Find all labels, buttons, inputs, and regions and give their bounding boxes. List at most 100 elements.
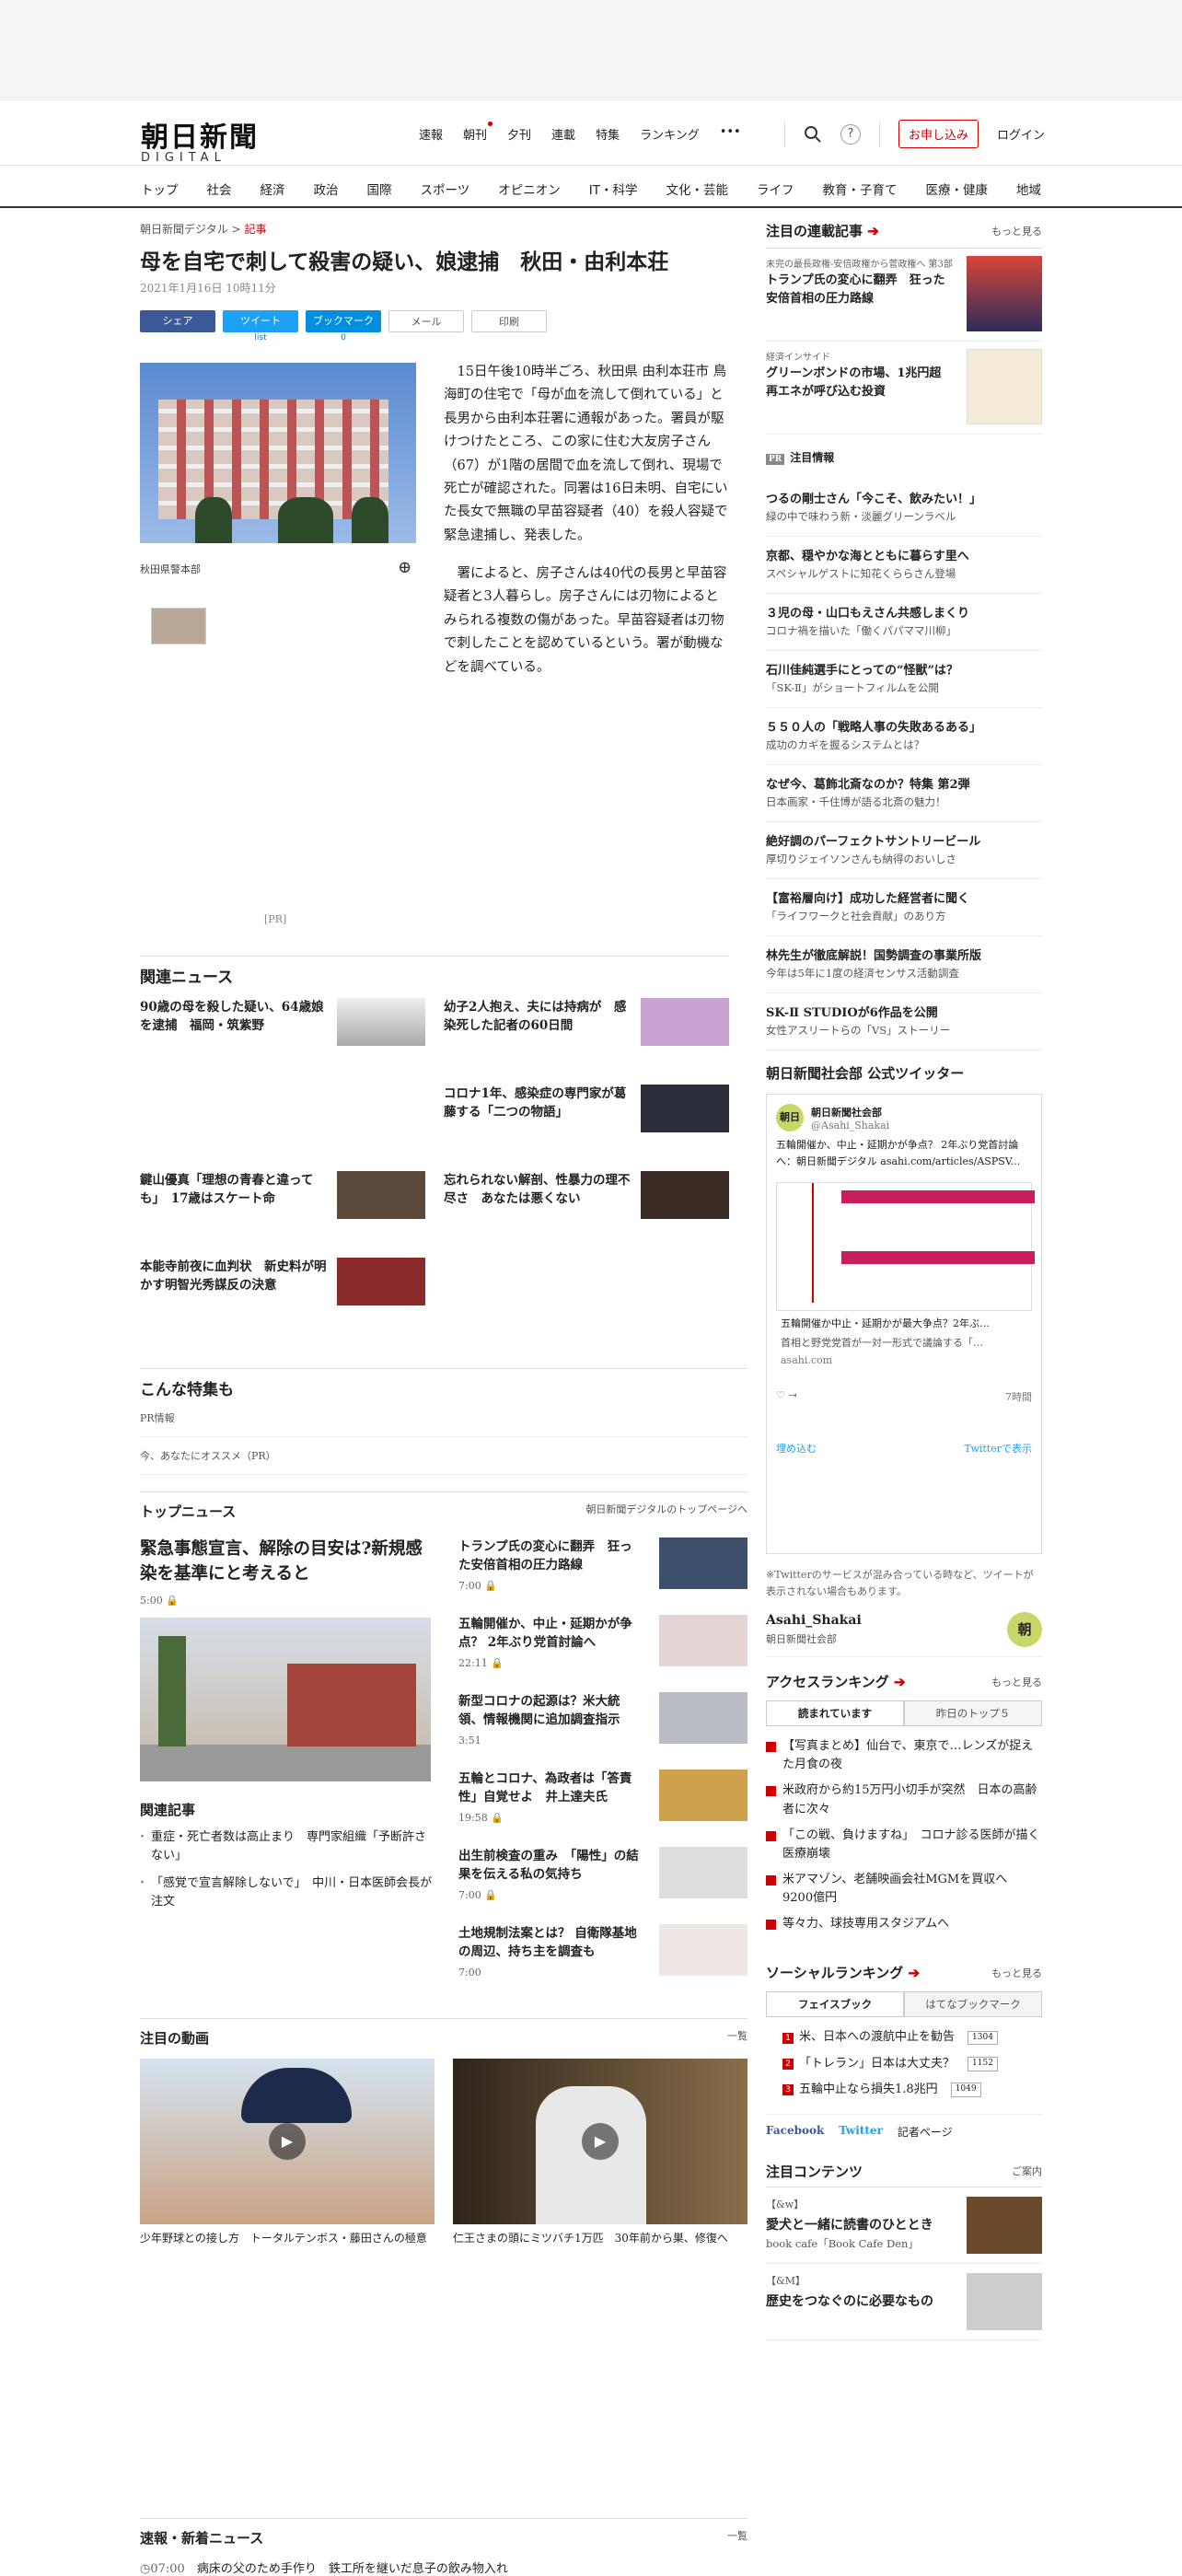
gnav-opinion[interactable]: オピニオン	[498, 180, 561, 198]
pr-item[interactable]: 石川佳純選手にとっての“怪獣”は？ 「SK-Ⅱ」がショートフィルムを公開	[766, 651, 1042, 708]
breadcrumb-category[interactable]: 記事	[244, 223, 266, 236]
top-news-item[interactable]: 土地規制法案とは？ 自衛隊基地の周辺、持ち主を調査も 7:00	[458, 1924, 747, 2002]
breadcrumb-site[interactable]: 朝日新聞デジタル	[140, 223, 228, 236]
pr-item[interactable]: SK-Ⅱ STUDIOが6作品を公開 女性アスリートらの「VS」ストーリー	[766, 993, 1042, 1050]
ranking-item[interactable]: 米政府から約15万円小切手が突然 日本の高齢者に次々	[766, 1778, 1042, 1822]
gnav-economy[interactable]: 経済	[261, 180, 285, 198]
social-more-link[interactable]: もっと見る	[991, 1966, 1042, 1980]
flash-more-link[interactable]: 一覧	[727, 2528, 747, 2547]
related-item[interactable]: 幼子2人抱え、夫には持病が 感染死した記者の60日間	[444, 998, 729, 1085]
top-news-item[interactable]: 五輪開催か、中止・延期かが争点？ 2年ぶり党首討論へ 22:11 🔒	[458, 1615, 747, 1692]
ranking-item[interactable]: 等々力、球技専用スタジアムへ	[766, 1911, 1042, 1937]
ranking-item[interactable]: 【写真まとめ】仙台で、東京で…レンズが捉えた月食の夜	[766, 1734, 1042, 1778]
social-item[interactable]: 1 米、日本への渡航中止を勧告 1304	[766, 2025, 1042, 2050]
content-item[interactable]: 【&M】 歴史をつなぐのに必要なもの	[766, 2264, 1042, 2340]
tweet-text[interactable]: 五輪開催か、中止・延期かが争点？ 2年ぶり党首討論へ：朝日新聞デジタル asah…	[776, 1137, 1032, 1169]
gnav-education[interactable]: 教育・子育て	[822, 180, 897, 198]
mail-share-button[interactable]: メール	[388, 309, 464, 332]
related-item[interactable]: 忘れられない解剖、性暴力の理不尽さ あなたは悪くない	[444, 1171, 729, 1258]
pr-item[interactable]: 【富裕層向け】成功した経営者に聞く 「ライフワークと社会貢献」のあり方	[766, 879, 1042, 936]
hb-count[interactable]: 0	[306, 333, 381, 342]
recommend-link[interactable]: 今、あなたにオススメ（PR）	[140, 1437, 747, 1475]
article-photo[interactable]	[140, 363, 416, 543]
nav-choukan[interactable]: 朝刊	[463, 122, 493, 143]
pr-item[interactable]: 京都、穏やかな海とともに暮らす里へ スペシャルゲストに知花くららさん登場	[766, 537, 1042, 594]
tab-read[interactable]: 読まれています	[766, 1700, 904, 1726]
pr-info-link[interactable]: PR情報	[140, 1399, 747, 1437]
content-item[interactable]: 【&w】 愛犬と一緒に読書のひととき book cafe「Book Cafe Den…	[766, 2187, 1042, 2264]
top-news-item[interactable]: 出生前検査の重み 「陽性」の結果を伝える私の気持ち 7:00 🔒	[458, 1847, 747, 1924]
print-button[interactable]: 印刷	[471, 309, 547, 332]
pr-item[interactable]: 林先生が徹底解説！国勢調査の事業所版 今年は5年に1度の経済センサス活動調査	[766, 936, 1042, 993]
related-item[interactable]: コロナ1年、感染症の専門家が葛藤する「二つの物語」	[444, 1085, 729, 1171]
flash-item[interactable]: ◷07:00 病床の父のため手作り 鉄工所を継いだ息子の飲み物入れ	[140, 2559, 747, 2576]
related-article-link[interactable]: 重症・死亡者数は高止まり 専門家組織「予断許さない」	[136, 1828, 435, 1865]
facebook-share-button[interactable]: シェア	[140, 309, 215, 332]
twitter-share-button[interactable]: ツイート	[223, 309, 298, 332]
pr-item[interactable]: ３児の母・山口もえさん共感しまくり コロナ禍を描いた「働くパパママ川柳」	[766, 594, 1042, 651]
play-icon[interactable]: ▶	[269, 2123, 306, 2160]
hatena-bookmark-button[interactable]: ブックマーク	[306, 309, 381, 332]
video-item[interactable]: ▶ 少年野球との接し方 トータルテンボス・藤田さんの極意	[140, 2059, 435, 2247]
site-logo[interactable]: 朝日新聞 DIGITAL	[141, 114, 259, 165]
facebook-link[interactable]: Facebook	[766, 2124, 824, 2140]
video-item[interactable]: ▶ 仁王さまの頭にミツバチ1万匹 30年前から巣、修復へ	[453, 2059, 747, 2247]
view-on-twitter-link[interactable]: Twitterで表示	[965, 1441, 1033, 1456]
related-item[interactable]: 本能寺前夜に血判状 新史料が明かす明智光秀謀反の決意	[140, 1258, 425, 1344]
nav-more[interactable]: •••	[720, 125, 741, 143]
topnews-more-link[interactable]: 朝日新聞デジタルのトップページへ	[585, 1502, 747, 1521]
twitter-account[interactable]: Asahi_Shakai 朝日新聞社会部 朝	[766, 1612, 1042, 1658]
tweet-card-title[interactable]: 五輪開催か中止・延期かが最大争点？2年ぶ…	[776, 1311, 1032, 1335]
related-item[interactable]: 90歳の母を殺した疑い、64歳娘を逮捕 福岡・筑紫野	[140, 998, 425, 1085]
gnav-international[interactable]: 国際	[367, 180, 392, 198]
gnav-it-science[interactable]: IT・科学	[589, 180, 638, 198]
like-icon[interactable]: ♡ ⇥	[776, 1389, 797, 1404]
gnav-sports[interactable]: スポーツ	[421, 180, 470, 198]
login-link[interactable]: ログイン	[997, 125, 1045, 143]
tweet-card-image[interactable]	[776, 1182, 1035, 1312]
content-guide-link[interactable]: ご案内	[1012, 2164, 1042, 2178]
top-news-item[interactable]: トランプ氏の変心に翻弄 狂った安倍首相の圧力路線 7:00 🔒	[458, 1537, 747, 1615]
access-more-link[interactable]: もっと見る	[991, 1675, 1042, 1689]
top-news-item[interactable]: 五輪とコロナ、為政者は「答責性」自覚せよ 井上達夫氏 19:58 🔒	[458, 1770, 747, 1847]
search-icon[interactable]	[804, 125, 822, 144]
social-item[interactable]: 2 「トレラン」日本は大丈夫？ 1152	[766, 2051, 1042, 2077]
lead-story[interactable]: 緊急事態宣言、解除の目安は?新規感染を基準にと考えると 5:00 🔒 関連記事 …	[136, 1537, 435, 1920]
tab-yesterday[interactable]: 昨日のトップ５	[904, 1700, 1042, 1726]
feature-item[interactable]: 経済インサイド グリーンボンドの市場、1兆円超 再エネが呼び込む投資	[766, 342, 1042, 435]
pr-item[interactable]: つるの剛士さん「今こそ、飲みたい！」 緑の中で味わう新・淡麗グリーンラベル	[766, 480, 1042, 537]
related-article-link[interactable]: 「感覚で宣言解除しないで」 中川・日本医師会長が注文	[136, 1874, 435, 1911]
photo-thumbnail[interactable]	[151, 608, 206, 644]
nav-yukan[interactable]: 夕刊	[507, 125, 531, 143]
tab-facebook[interactable]: フェイスブック	[766, 1991, 904, 2017]
gnav-region[interactable]: 地域	[1016, 180, 1041, 198]
social-item[interactable]: 3 五輪中止なら損失1.8兆円 1049	[766, 2077, 1042, 2103]
nav-rensai[interactable]: 連載	[551, 125, 575, 143]
tweet-author[interactable]: 朝日新聞社会部	[811, 1105, 889, 1120]
embed-link[interactable]: 埋め込む	[776, 1441, 817, 1456]
play-icon[interactable]: ▶	[582, 2123, 619, 2160]
videos-more-link[interactable]: 一覧	[727, 2028, 747, 2048]
reporter-page-link[interactable]: 記者ページ	[898, 2124, 953, 2140]
gnav-life[interactable]: ライフ	[757, 180, 794, 198]
nav-tokushu[interactable]: 特集	[596, 125, 620, 143]
tab-hatena[interactable]: はてなブックマーク	[904, 1991, 1042, 2017]
pr-item[interactable]: ５５０人の「戦略人事の失敗あるある」 成功のカギを握るシステムとは？	[766, 708, 1042, 765]
ranking-item[interactable]: 米アマゾン、老舗映画会社MGMを買収へ 9200億円	[766, 1867, 1042, 1911]
gnav-top[interactable]: トップ	[141, 180, 179, 198]
twitter-avatar[interactable]: 朝日	[776, 1104, 804, 1131]
pr-item[interactable]: なぜ今、葛飾北斎なのか？特集 第2弾 日本画家・千住博が語る北斎の魅力！	[766, 765, 1042, 822]
rensai-more-link[interactable]: もっと見る	[991, 224, 1042, 238]
nav-sokuho[interactable]: 速報	[419, 125, 443, 143]
nav-ranking[interactable]: ランキング	[640, 125, 700, 143]
tweet-handle[interactable]: @Asahi_Shakai	[811, 1120, 889, 1131]
feature-item[interactable]: 未完の最長政権-安倍政権から菅政権へ 第3部 トランプ氏の変心に翻弄 狂った安倍首…	[766, 249, 1042, 342]
top-news-item[interactable]: 新型コロナの起源は？米大統領、情報機関に追加調査指示 3:51	[458, 1692, 747, 1770]
related-item[interactable]: 鍵山優真「理想の青春と違っても」 17歳はスケート命	[140, 1171, 425, 1258]
help-icon[interactable]: ?	[840, 123, 861, 145]
pr-item[interactable]: 絶好調のパーフェクトサントリービール 厚切りジェイソンさんも納得のおいしさ	[766, 822, 1042, 879]
gnav-culture[interactable]: 文化・芸能	[666, 180, 728, 198]
twitter-link[interactable]: Twitter	[839, 2124, 883, 2140]
gnav-politics[interactable]: 政治	[314, 180, 339, 198]
gnav-health[interactable]: 医療・健康	[925, 180, 988, 198]
